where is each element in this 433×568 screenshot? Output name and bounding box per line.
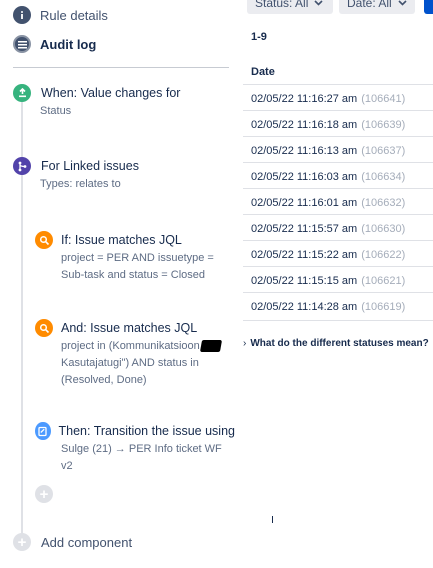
description-line: project = PER AND issuetype = [61,252,214,264]
nav-label: Audit log [40,36,97,52]
row-id: (106622) [361,248,406,261]
status-filter-label: Status: All [255,0,309,10]
row-date: 02/05/22 11:16:01 am [251,196,358,209]
plus-icon: + [39,485,49,503]
table-header-date[interactable]: Date [251,66,275,78]
if-condition-step[interactable]: If: Issue matches JQL project = PER AND … [35,231,235,284]
row-id: (106619) [361,300,406,313]
table-row[interactable]: 02/05/22 11:16:01 am (106632) [243,188,433,216]
add-component-label: Add component [41,534,133,550]
row-date: 02/05/22 11:16:27 am [251,92,358,105]
row-id: (106630) [361,222,406,235]
step-description: Sulge (21) → PER Info ticket WF v2 [61,443,222,472]
row-id: (106641) [361,92,406,105]
then-action-step[interactable]: Then: Transition the issue using Sulge (… [35,422,235,475]
step-title: Then: Transition the issue using [58,424,236,438]
table-row[interactable]: 02/05/22 11:16:03 am (106634) [243,162,433,190]
search-icon [35,231,53,249]
left-panel: Rule details Audit log When: Value chang… [0,0,240,568]
plus-icon: + [13,533,31,551]
trigger-icon [13,84,31,102]
row-id: (106632) [361,196,406,209]
and-condition-step[interactable]: And: Issue matches JQL project in (Kommu… [35,319,235,389]
table-row[interactable]: 02/05/22 11:15:22 am (106622) [243,240,433,268]
step-description: Types: relates to [40,178,121,190]
redaction-mark [199,340,223,352]
row-date: 02/05/22 11:16:18 am [251,118,358,131]
chevron-right-icon: › [243,338,247,349]
nav-item-rule-details[interactable]: Rule details [13,6,108,24]
date-filter-label: Date: All [347,0,392,10]
table-row[interactable]: 02/05/22 11:16:18 am (106639) [243,110,433,138]
branch-icon [13,157,31,175]
row-date: 02/05/22 11:14:28 am [251,300,358,313]
add-component-button[interactable]: + Add component [13,533,132,551]
chevron-down-icon [398,0,407,6]
search-icon [35,319,53,337]
row-date: 02/05/22 11:16:13 am [251,144,358,157]
branch-step[interactable]: For Linked issues Types: relates to [13,157,238,193]
row-id: (106634) [361,170,406,183]
step-title: For Linked issues [41,159,139,173]
row-id: (106639) [361,118,406,131]
table-row[interactable]: 02/05/22 11:15:57 am (106630) [243,214,433,242]
info-icon [13,6,31,24]
row-date: 02/05/22 11:15:22 am [251,248,358,261]
statuses-help-label: What do the different statuses mean? [250,338,429,349]
nav-label: Rule details [40,7,108,23]
text-cursor [272,516,273,523]
date-filter-dropdown[interactable]: Date: All [339,0,415,14]
description-line: (Resolved, Done) [61,374,147,386]
step-title: If: Issue matches JQL [61,233,182,247]
table-row[interactable]: 02/05/22 11:15:15 am (106621) [243,266,433,294]
step-description: project = PER AND issuetype = Sub-task a… [61,250,235,284]
nav-divider [13,67,229,68]
list-icon [13,35,31,53]
add-to-branch-button[interactable]: + [35,485,53,503]
table-row[interactable]: 02/05/22 11:16:27 am (106641) [243,84,433,112]
table-row[interactable]: 02/05/22 11:14:28 am (106619) [243,292,433,321]
edit-icon [35,422,51,440]
description-line: Kasutajatugi") AND status in [61,357,199,369]
row-date: 02/05/22 11:16:03 am [251,170,358,183]
step-description: Status [40,105,72,117]
row-id: (106637) [361,144,406,157]
trigger-step[interactable]: When: Value changes for Status [13,84,238,120]
result-range: 1-9 [251,31,267,43]
statuses-help-toggle[interactable]: › What do the different statuses mean? [243,338,429,349]
row-id: (106621) [361,274,406,287]
row-date: 02/05/22 11:15:15 am [251,274,358,287]
chevron-down-icon [314,0,323,6]
step-title: And: Issue matches JQL [61,321,198,335]
table-row[interactable]: 02/05/22 11:16:13 am (106637) [243,136,433,164]
status-filter-dropdown[interactable]: Status: All [247,0,333,14]
row-date: 02/05/22 11:15:57 am [251,222,358,235]
step-title: When: Value changes for [41,86,181,100]
nav-item-audit-log[interactable]: Audit log [13,35,96,53]
primary-action-button[interactable] [424,0,433,14]
description-line: Sub-task and status = Closed [61,269,205,281]
